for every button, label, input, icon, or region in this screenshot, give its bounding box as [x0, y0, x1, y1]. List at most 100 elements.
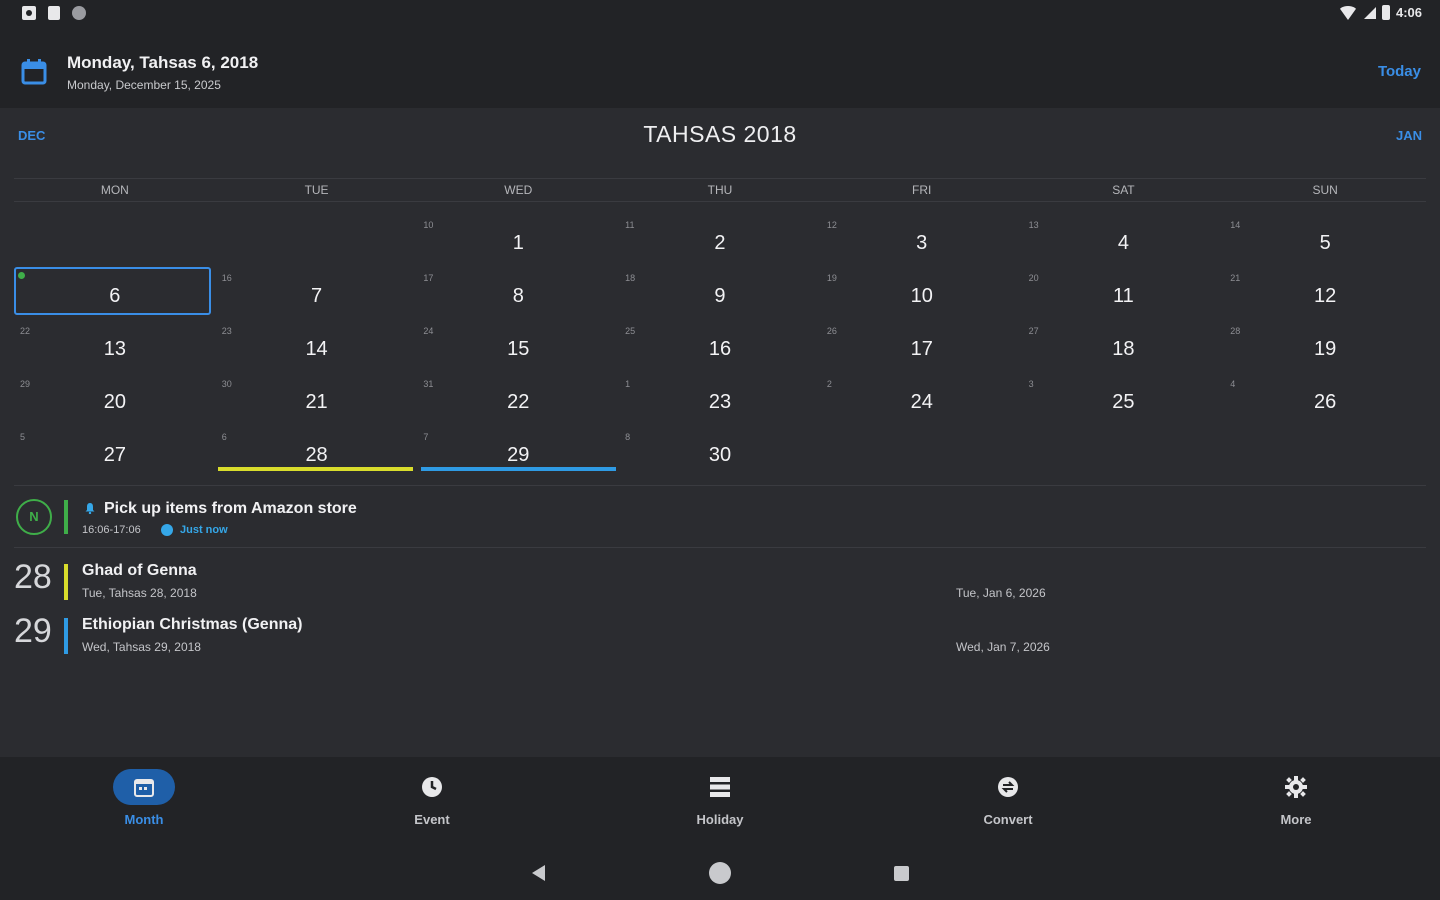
gregorian-day-number: 2 — [826, 379, 832, 389]
day-number: 12 — [1314, 285, 1337, 307]
day-number: 25 — [1112, 391, 1135, 413]
day-number: 13 — [103, 338, 126, 360]
holiday-ethiopian-date: Tue, Tahsas 28, 2018 — [82, 586, 197, 600]
holiday-item[interactable]: 28 Ghad of Genna Tue, Tahsas 28, 2018 Tu… — [14, 558, 1426, 606]
day-cell[interactable]: 123 — [619, 375, 821, 428]
day-cell[interactable]: 21 12 — [1224, 269, 1426, 322]
list-icon — [710, 777, 730, 797]
day-number: 26 — [1314, 391, 1337, 413]
day-cell[interactable]: 6 28 — [216, 428, 418, 481]
day-cell[interactable]: 10 1 — [417, 216, 619, 269]
day-number: 24 — [910, 391, 933, 413]
weekday-label: SAT — [1112, 183, 1135, 197]
next-month-button[interactable]: JAN — [1396, 128, 1422, 143]
day-cell[interactable]: 24 15 — [417, 322, 619, 375]
recents-icon[interactable] — [894, 866, 909, 881]
day-cell[interactable]: 16 7 — [216, 269, 418, 322]
day-cell[interactable]: 17 8 — [417, 269, 619, 322]
day-cell[interactable]: 27 18 — [1023, 322, 1225, 375]
holiday-gregorian-date: Tue, Jan 6, 2026 — [956, 586, 1046, 600]
day-cell[interactable]: 19 10 — [821, 269, 1023, 322]
day-number: 22 — [507, 391, 530, 413]
nav-label: Month — [124, 812, 164, 827]
gregorian-day-number: 19 — [826, 273, 837, 283]
day-cell[interactable]: 14 5 — [1224, 216, 1426, 269]
day-number: 8 — [512, 285, 524, 307]
status-notifications — [22, 6, 86, 20]
day-cell[interactable]: 3 25 — [1023, 375, 1225, 428]
day-cell — [821, 428, 1023, 481]
event-time: 16:06-17:06 — [82, 524, 141, 536]
nav-convert[interactable]: Convert — [864, 757, 1152, 847]
gregorian-day-number: 7 — [423, 432, 429, 442]
day-cell[interactable]: 4 26 — [1224, 375, 1426, 428]
day-number: 1 — [512, 232, 524, 254]
back-icon[interactable] — [532, 865, 545, 881]
home-icon[interactable] — [709, 862, 731, 884]
gregorian-day-number: 3 — [1028, 379, 1034, 389]
gregorian-day-number: 25 — [625, 326, 636, 336]
gregorian-day-number: 17 — [423, 273, 434, 283]
nav-holiday[interactable]: Holiday — [576, 757, 864, 847]
sync-icon — [72, 6, 86, 20]
today-button[interactable]: Today — [1378, 63, 1421, 80]
day-cell[interactable]: 18 9 — [619, 269, 821, 322]
gregorian-day-number: 13 — [1028, 220, 1039, 230]
day-cell[interactable]: 31 22 — [417, 375, 619, 428]
day-cell[interactable]: 30 21 — [216, 375, 418, 428]
event-badge: N — [16, 499, 52, 535]
holiday-marker-28 — [218, 467, 413, 471]
day-cell[interactable]: 6 — [14, 269, 216, 322]
calendar-icon — [21, 59, 47, 85]
signal-icon — [1363, 6, 1376, 19]
gregorian-day-number: 30 — [221, 379, 232, 389]
calendar-icon — [134, 779, 154, 797]
gregorian-day-number: 23 — [221, 326, 232, 336]
holiday-item[interactable]: 29 Ethiopian Christmas (Genna) Wed, Tahs… — [14, 612, 1426, 660]
weekday-label: MON — [100, 183, 129, 197]
holiday-ethiopian-date: Wed, Tahsas 29, 2018 — [82, 640, 201, 654]
day-cell[interactable]: 8 30 — [619, 428, 821, 481]
day-number: 14 — [305, 338, 328, 360]
day-cell[interactable]: 13 4 — [1023, 216, 1225, 269]
battery-icon — [1381, 5, 1390, 20]
day-number: 5 — [1319, 232, 1331, 254]
gregorian-day-number: 27 — [1028, 326, 1039, 336]
day-number: 16 — [708, 338, 732, 360]
day-number: 20 — [103, 391, 126, 413]
day-number: 29 — [507, 444, 530, 466]
day-cell[interactable]: 7 29 — [417, 428, 619, 481]
info-icon — [161, 524, 173, 536]
nav-event[interactable]: Event — [288, 757, 576, 847]
day-cell[interactable]: 25 16 — [619, 322, 821, 375]
holiday-gregorian-date: Wed, Jan 7, 2026 — [956, 640, 1050, 654]
day-number: 6 — [109, 285, 121, 307]
gregorian-day-number: 10 — [423, 220, 434, 230]
nav-month[interactable]: Month — [0, 757, 288, 847]
gregorian-day-number: 26 — [826, 326, 837, 336]
divider — [14, 547, 1426, 548]
day-cell[interactable]: 29 20 — [14, 375, 216, 428]
day-number: 11 — [1113, 285, 1134, 307]
nav-more[interactable]: More — [1152, 757, 1440, 847]
event-title: Pick up items from Amazon store — [104, 500, 357, 517]
sd-card-icon — [48, 6, 60, 20]
day-cell[interactable]: 123 — [821, 216, 1023, 269]
day-cell[interactable]: 11 2 — [619, 216, 821, 269]
day-cell[interactable]: 2 24 — [821, 375, 1023, 428]
day-cell[interactable]: 20 11 — [1023, 269, 1225, 322]
holiday-day: 29 — [14, 612, 52, 650]
weekday-label: SUN — [1312, 183, 1338, 197]
gregorian-day-number: 16 — [221, 273, 232, 283]
day-cell[interactable]: 26 17 — [821, 322, 1023, 375]
bell-icon — [85, 503, 95, 514]
day-cell[interactable]: 28 19 — [1224, 322, 1426, 375]
reminder-event[interactable]: N Pick up items from Amazon store 16:06-… — [14, 492, 1426, 542]
day-cell[interactable]: 22 13 — [14, 322, 216, 375]
day-cell[interactable]: 23 14 — [216, 322, 418, 375]
today-dot — [18, 272, 25, 279]
system-navigation — [0, 847, 1440, 900]
day-number: 27 — [103, 444, 126, 466]
day-cell[interactable]: 5 27 — [14, 428, 216, 481]
nav-label: Convert — [983, 812, 1033, 827]
